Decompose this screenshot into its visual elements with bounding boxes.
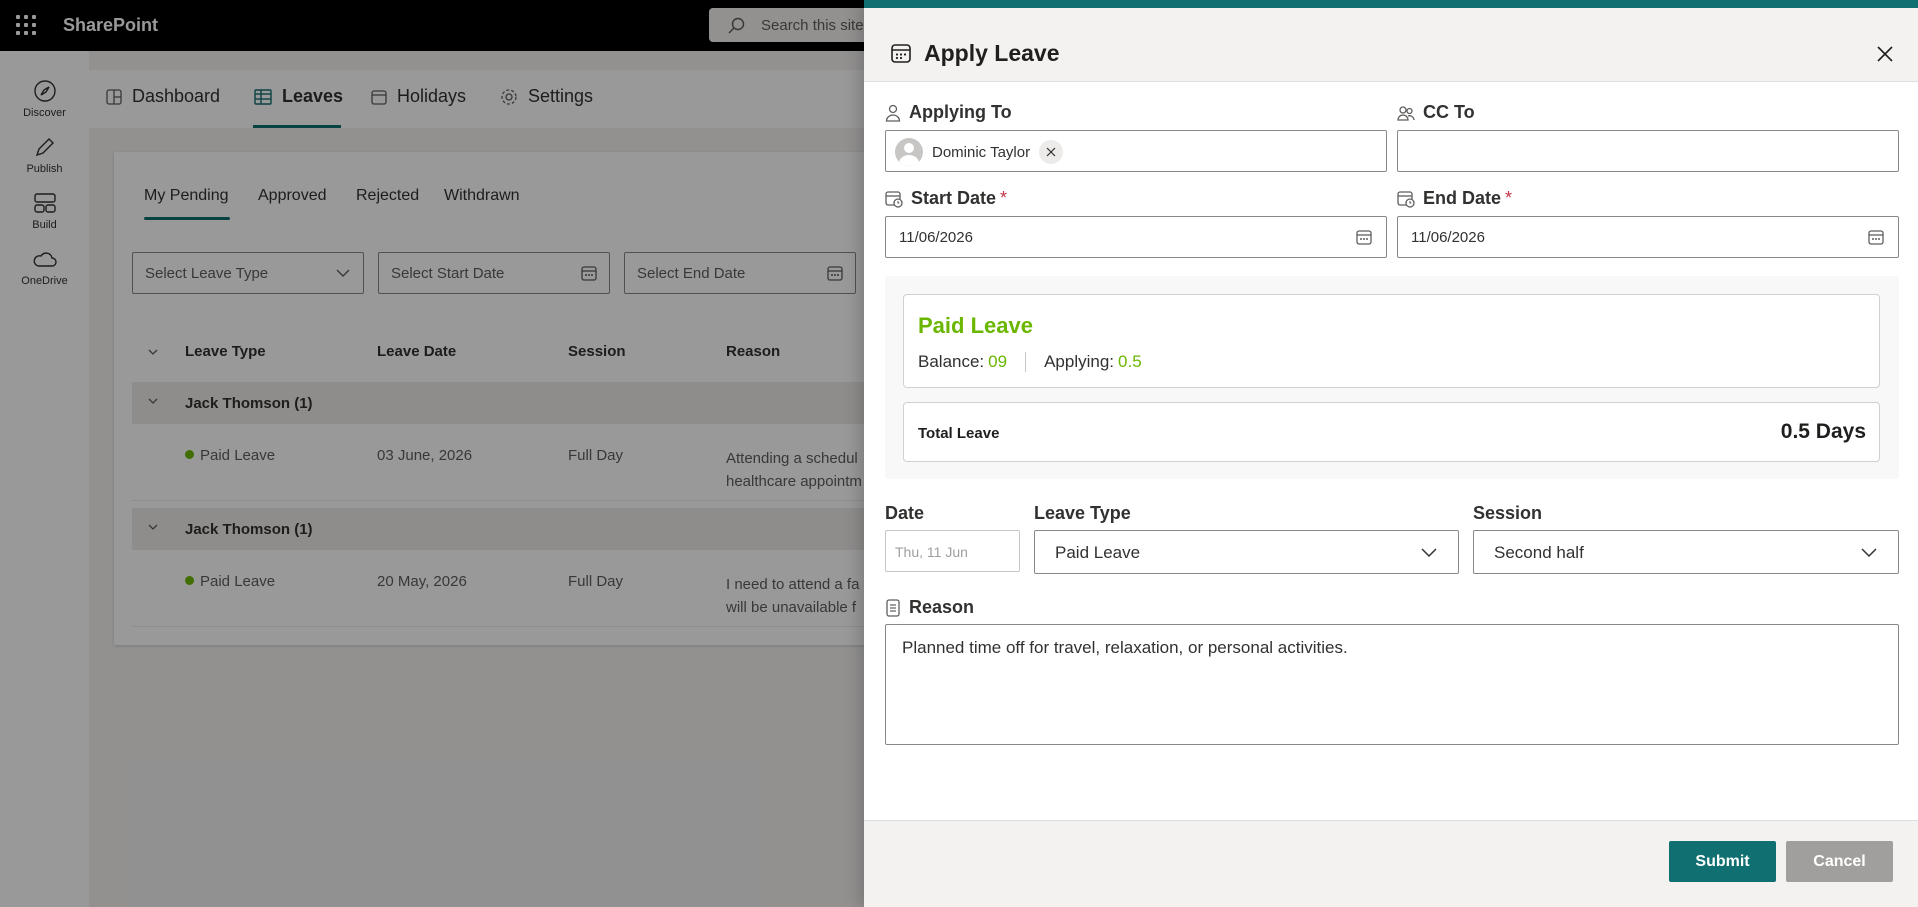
chevron-down-icon [1421,548,1437,558]
session-value: Second half [1494,543,1584,562]
balance-label: Balance: [918,352,985,371]
calendar-icon[interactable] [1868,229,1884,245]
label-text: Start Date [911,188,997,208]
applying-label: Applying: [1044,352,1115,371]
end-date-label: End Date * [1397,188,1512,209]
person-icon [885,104,901,122]
label-text: End Date [1423,188,1502,208]
calendar-clock-icon [885,190,903,208]
calendar-icon [891,44,911,63]
applying-to-picker[interactable]: Dominic Taylor [885,130,1387,172]
leave-type-label: Leave Type [1034,503,1131,523]
close-icon [1046,147,1056,157]
panel-title: Apply Leave [924,40,1060,66]
close-icon[interactable] [1874,43,1896,65]
cancel-button[interactable]: Cancel [1786,841,1893,882]
person-name: Dominic Taylor [932,143,1031,161]
calendar-clock-icon [1397,190,1415,208]
balance-value: 09 [988,352,1008,371]
required-marker: * [1505,188,1513,208]
total-leave-value: 0.5 Days [1780,420,1866,443]
start-date-label: Start Date * [885,188,1007,209]
balance-leave-type: Paid Leave [918,313,1033,338]
reason-label: Reason [885,597,974,618]
panel-header: Apply Leave [864,8,1918,82]
people-icon [1397,105,1415,121]
leave-type-value: Paid Leave [1055,543,1141,562]
total-leave-card: Total Leave 0.5 Days [903,402,1880,462]
panel-accent-strip [864,0,1918,8]
start-date-field[interactable]: 11/06/2026 [885,216,1387,258]
label-text: CC To [1423,102,1475,122]
balance-line: Balance: 09 Applying: 0.5 [918,352,1142,372]
avatar [895,138,923,166]
cc-to-picker[interactable] [1397,130,1899,172]
session-label: Session [1473,503,1543,523]
start-date-value: 11/06/2026 [899,229,973,246]
reason-textarea[interactable]: Planned time off for travel, relaxation,… [885,624,1899,745]
applying-value: 0.5 [1118,352,1142,371]
document-icon [886,598,900,617]
remove-person-button[interactable] [1039,140,1064,164]
cc-to-label: CC To [1397,102,1475,123]
label-text: Applying To [909,102,1012,122]
date-field: Thu, 11 Jun [885,530,1020,572]
leave-type-dropdown[interactable]: Paid Leave [1034,530,1459,574]
calendar-icon[interactable] [1356,229,1372,245]
required-marker: * [1000,188,1008,208]
end-date-value: 11/06/2026 [1411,229,1485,246]
label-text: Reason [909,597,975,617]
date-value: Thu, 11 Jun [895,544,968,560]
date-label: Date [885,503,925,523]
session-dropdown[interactable]: Second half [1473,530,1899,574]
selected-person: Dominic Taylor [895,137,1064,167]
total-leave-label: Total Leave [918,425,1000,442]
chevron-down-icon [1861,548,1877,558]
end-date-field[interactable]: 11/06/2026 [1397,216,1899,258]
divider [1025,352,1027,372]
applying-to-label: Applying To [885,102,1012,123]
reason-value: Planned time off for travel, relaxation,… [902,638,1348,657]
leave-balance-card: Paid Leave Balance: 09 Applying: 0.5 [903,294,1880,388]
submit-button[interactable]: Submit [1669,841,1776,882]
